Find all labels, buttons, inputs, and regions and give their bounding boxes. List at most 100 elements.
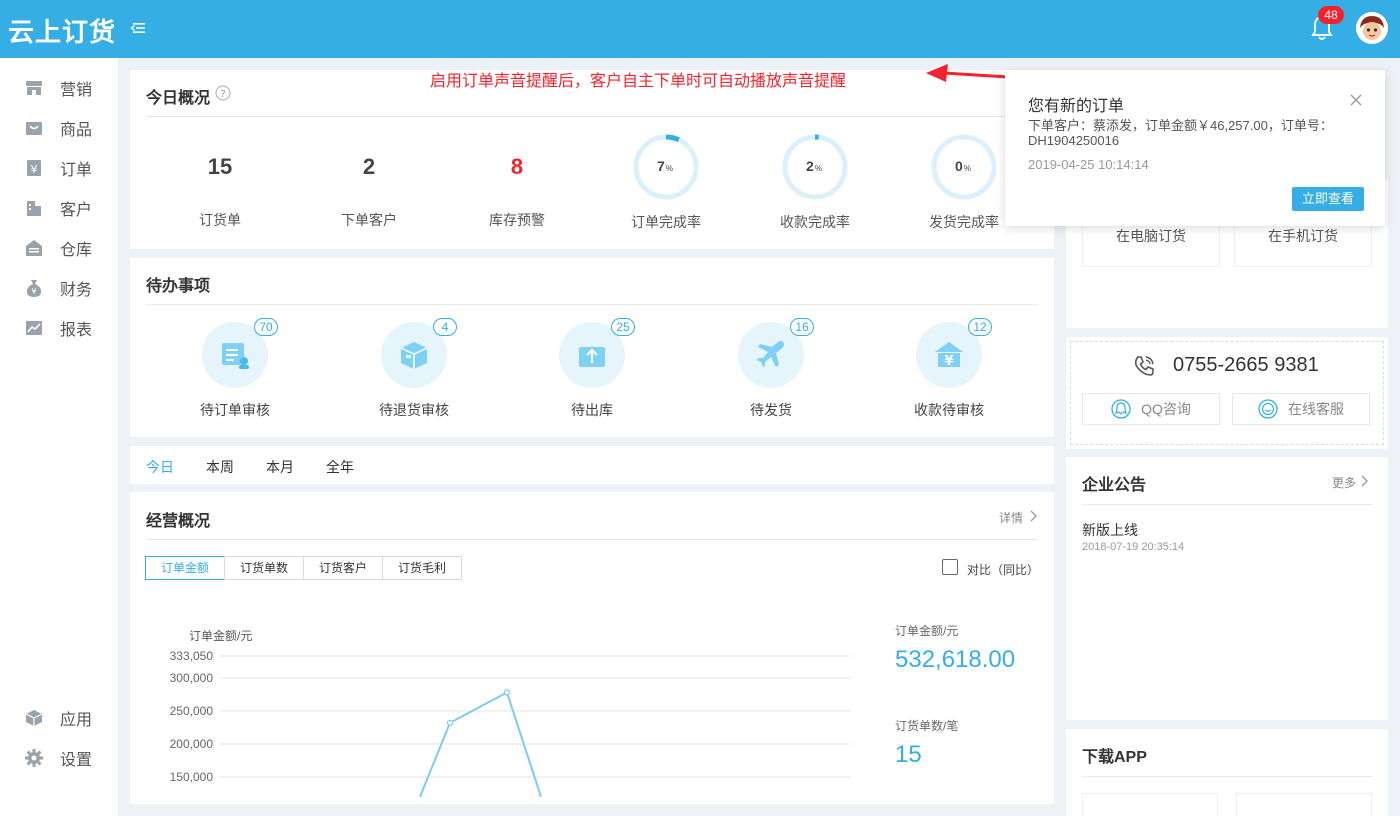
todo-count-badge: 25 [611,318,635,336]
stat-orders[interactable]: 15 订货单 [145,154,295,230]
compare-label: 对比（同比） [967,563,1040,577]
overview-title: 今日概况 [146,90,211,107]
bag-icon [26,122,42,135]
y-tick-label: 250,000 [169,703,213,718]
todo-title: 待办事项 [146,278,211,295]
tab-month[interactable]: 本月 [266,457,294,477]
today-overview-panel: 今日概况 ? 15 订货单 2 下单客户 8 库存预警 7% 订单完成率 2% … [130,70,1054,249]
new-order-notification: 您有新的订单 下单客户：蔡添发，订单金额￥46,257.00，订单号：DH190… [1005,70,1385,226]
announcements-divider [1082,504,1372,505]
todo-return-review[interactable]: 4 待退货审核 [344,318,484,420]
sidebar-item-customers[interactable]: 客户 [0,188,118,228]
compare-checkbox[interactable] [942,559,958,575]
airplane-icon [757,340,785,367]
ring-order-completion[interactable]: 7% 订单完成率 [591,132,741,232]
stat-stock-warning[interactable]: 8 库存预警 [442,154,592,230]
sidebar-item-products[interactable]: 商品 [0,108,118,148]
sidebar-item-orders[interactable]: ¥ 订单 [0,148,118,188]
notification-time: 2019-04-25 10:14:14 [1028,157,1149,172]
metric-amount-label: 订单金额/元 [895,624,959,638]
business-divider [146,539,1038,540]
sidebar-item-apps[interactable]: 应用 [0,698,118,738]
y-tick-label: 333,050 [169,649,213,663]
sidebar-item-finance[interactable]: ¥ 财务 [0,268,118,308]
online-service-button[interactable]: 在线客服 [1232,393,1370,425]
bank-yen-icon: ¥ [935,342,963,369]
sidebar: 营销 商品 ¥ 订单 客户 仓库 ¥ 财务 报表 应用 设置 [0,58,118,816]
avatar-icon [1356,12,1388,44]
download-app-panel: 下载APP [1066,729,1388,816]
announcements-more-link[interactable]: 更多 [1332,474,1356,491]
box-icon [400,342,428,369]
service-phone[interactable]: 0755-2665 9381 [1173,354,1319,377]
details-link[interactable]: 详情 [999,509,1023,526]
y-tick-label: 150,000 [169,770,213,784]
download-ios[interactable] [1236,793,1372,816]
todo-count-badge: 12 [968,318,992,336]
help-icon[interactable]: ? [215,85,231,101]
top-bar: 云上订货 48 [0,0,1400,58]
customer-service-panel: 0755-2665 9381 QQ咨询 在线客服 [1066,337,1388,449]
ring-chart: 7% [633,134,699,200]
app-logo[interactable]: 云上订货 [8,12,116,49]
todo-shipping[interactable]: 16 待发货 [701,318,841,420]
segment-order-customers[interactable]: 订货客户 [303,556,383,580]
money-bag-icon: ¥ [26,280,42,297]
sidebar-item-warehouse[interactable]: 仓库 [0,228,118,268]
download-title: 下载APP [1082,749,1147,766]
notification-count-badge: 48 [1318,6,1344,24]
annotation-arrow-icon [926,64,1009,82]
menu-collapse-icon[interactable] [130,20,146,36]
view-now-button[interactable]: 立即查看 [1292,187,1364,211]
close-icon[interactable] [1350,94,1362,106]
segment-order-profit[interactable]: 订货毛利 [382,556,462,580]
ring-payment-completion[interactable]: 2% 收款完成率 [740,132,890,232]
gear-icon [25,749,43,767]
todo-count-badge: 16 [790,318,814,336]
cube-icon [25,710,43,726]
order-review-icon [222,343,249,369]
ring-chart: 0% [931,134,997,200]
warehouse-icon [26,240,42,256]
chevron-right-icon[interactable] [1028,510,1038,522]
svg-text:0%: 0% [955,158,971,174]
phone-icon [1134,356,1154,376]
sidebar-item-settings[interactable]: 设置 [0,738,118,778]
sidebar-item-marketing[interactable]: 营销 [0,68,118,108]
tab-year[interactable]: 全年 [326,457,354,477]
notification-body: 下单客户：蔡添发，订单金额￥46,257.00，订单号：DH1904250016 [1028,118,1333,148]
svg-text:2%: 2% [806,158,822,174]
metric-amount-value: 532,618.00 [895,646,1016,673]
todo-payment-review[interactable]: ¥ 12 收款待审核 [879,318,1019,420]
qq-consult-button[interactable]: QQ咨询 [1082,393,1220,425]
chart-y-axis-title: 订单金额/元 [189,629,253,643]
todo-count-badge: 4 [433,318,457,336]
download-divider [1082,776,1372,777]
announcement-title[interactable]: 新版上线 [1082,520,1138,540]
user-avatar[interactable] [1356,12,1388,44]
download-android[interactable] [1082,793,1218,816]
announcements-panel: 企业公告 更多 新版上线 2018-07-19 20:35:14 [1066,457,1388,720]
stat-customers[interactable]: 2 下单客户 [294,154,444,230]
segment-order-count[interactable]: 订货单数 [224,556,304,580]
tab-today[interactable]: 今日 [146,457,174,477]
svg-text:7%: 7% [657,158,673,174]
tab-week[interactable]: 本周 [206,457,234,477]
smile-icon [1258,399,1278,419]
notification-title: 您有新的订单 [1028,98,1125,115]
bottom-gutter [130,804,1054,816]
chevron-right-icon[interactable] [1359,475,1369,487]
store-icon [26,81,42,95]
business-overview-panel: 经营概况 详情 订单金额/元 532,618.00 订货单数/笔 15 [130,492,1054,804]
todo-order-review[interactable]: 70 待订单审核 [165,318,305,420]
sidebar-item-reports[interactable]: 报表 [0,308,118,348]
overview-divider [146,116,1038,117]
svg-text:?: ? [220,89,225,100]
todo-outbound[interactable]: 25 待出库 [522,318,662,420]
business-title: 经营概况 [146,513,211,530]
y-tick-label: 300,000 [169,670,213,685]
svg-text:¥: ¥ [944,354,953,369]
segment-order-amount[interactable]: 订单金额 [145,556,225,580]
todo-divider [146,304,1038,305]
qq-icon [1111,399,1131,419]
